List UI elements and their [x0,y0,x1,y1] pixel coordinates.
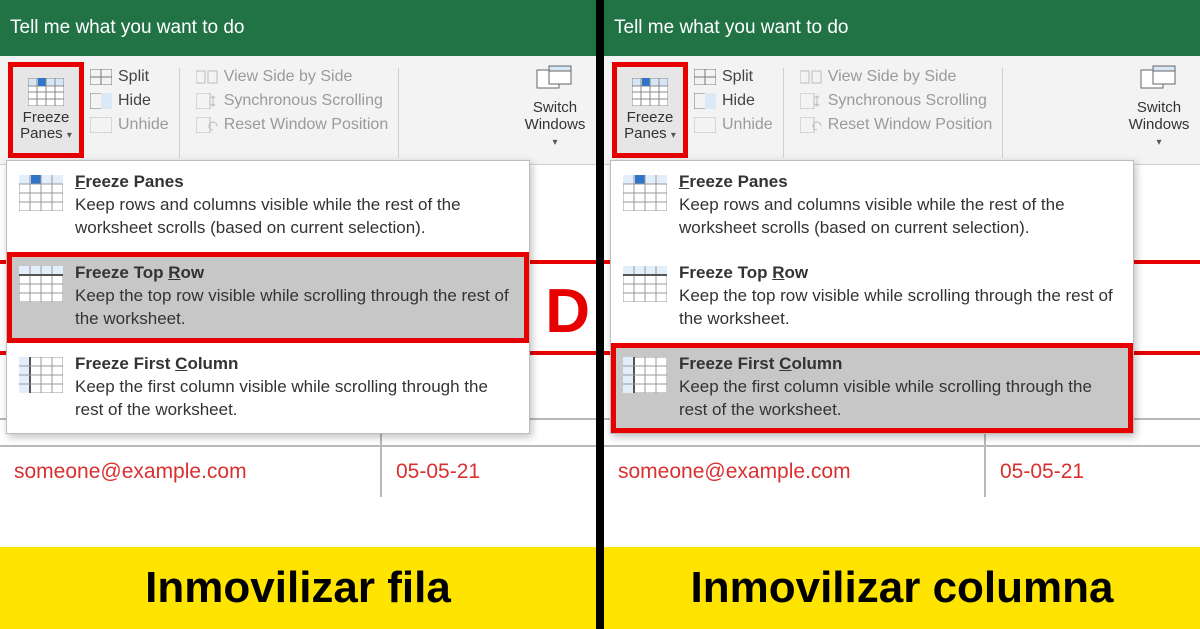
freeze-line2: Panes [20,125,63,142]
freeze-panes-button[interactable]: FreezePanes ▾ [8,62,84,158]
tell-me-text: Tell me what you want to do [10,17,244,39]
date-cell[interactable]: 05-05-21 [984,447,1124,497]
unhide-button: Unhide [694,116,773,134]
compare-group: View Side by Side Synchronous Scrolling … [800,62,993,134]
split-button[interactable]: Split [694,68,773,86]
freeze-top-row-icon [19,266,63,302]
ribbon-edge [0,62,8,171]
hide-button[interactable]: Hide [694,92,773,110]
view-side-by-side-button: View Side by Side [800,68,993,86]
caption-right: Inmovilizar columna [604,547,1200,629]
table-row: someone@example.com 05-05-21 [604,445,1200,497]
split-icon [694,69,716,85]
ribbon-separator [783,68,784,158]
dropdown-arrow-icon: ▾ [671,130,676,141]
tell-me-bar[interactable]: Tell me what you want to do [604,0,1200,56]
reset-window-icon [196,117,218,133]
switch-windows-button[interactable]: SwitchWindows ▾ [520,62,590,150]
hide-icon [694,93,716,109]
email-cell[interactable]: someone@example.com [604,460,984,484]
hide-icon [90,93,112,109]
panel-divider [596,0,604,629]
freeze-line1: Freeze [23,109,70,126]
reset-window-button: Reset Window Position [800,116,993,134]
freeze-first-column-icon [623,357,667,393]
split-button[interactable]: Split [90,68,169,86]
dropdown-arrow-icon: ▾ [552,137,557,148]
switch-windows-button[interactable]: SwitchWindows ▾ [1124,62,1194,150]
menu-freeze-first-column[interactable]: Freeze First Column Keep the first colum… [611,343,1133,434]
side-by-side-icon [800,69,822,85]
email-cell[interactable]: someone@example.com [0,460,380,484]
view-side-by-side-button: View Side by Side [196,68,389,86]
freeze-panes-icon [28,78,64,106]
switch-windows-icon [535,64,575,96]
compare-group: View Side by Side Synchronous Scrolling … [196,62,389,134]
unhide-icon [694,117,716,133]
freeze-panes-icon [632,78,668,106]
sync-scroll-button: Synchronous Scrolling [196,92,389,110]
reset-window-icon [800,117,822,133]
freeze-panes-menu: Freeze Panes Keep rows and columns visib… [610,160,1134,434]
freeze-panes-icon [19,175,63,211]
sync-scroll-icon [196,93,218,109]
ribbon-view: FreezePanes ▾ Split Hide Unhide [604,56,1200,165]
dropdown-arrow-icon: ▾ [1156,137,1161,148]
sync-scroll-button: Synchronous Scrolling [800,92,993,110]
freeze-top-row-icon [623,266,667,302]
sync-scroll-icon [800,93,822,109]
tell-me-text: Tell me what you want to do [614,17,848,39]
panel-freeze-column: Tell me what you want to do FreezePanes … [604,0,1200,629]
freeze-panes-icon [623,175,667,211]
side-by-side-icon [196,69,218,85]
tell-me-bar[interactable]: Tell me what you want to do [0,0,596,56]
menu-freeze-top-row[interactable]: Freeze Top Row Keep the top row visible … [611,252,1133,343]
ribbon-separator-2 [398,68,399,158]
freeze-first-column-icon [19,357,63,393]
ribbon-separator [179,68,180,158]
panel-freeze-row: Tell me what you want to do FreezePanes … [0,0,596,629]
switch-windows-icon [1139,64,1179,96]
freeze-panes-menu: Freeze Panes Keep rows and columns visib… [6,160,530,434]
menu-freeze-first-column[interactable]: Freeze First Column Keep the first colum… [7,343,529,434]
hide-button[interactable]: Hide [90,92,169,110]
table-row: someone@example.com 05-05-21 [0,445,596,497]
menu-freeze-panes[interactable]: Freeze Panes Keep rows and columns visib… [611,161,1133,252]
window-small-group: Split Hide Unhide [694,62,773,134]
ribbon-separator-2 [1002,68,1003,158]
freeze-panes-button[interactable]: FreezePanes ▾ [612,62,688,158]
ribbon-view: FreezePanes ▾ Split Hide Unhide [0,56,596,165]
menu-freeze-panes[interactable]: Freeze Panes Keep rows and columns visib… [7,161,529,252]
window-small-group: Split Hide Unhide [90,62,169,134]
sheet-header-letter: D [545,276,590,347]
ribbon-edge [604,62,612,171]
split-icon [90,69,112,85]
unhide-button: Unhide [90,116,169,134]
dropdown-arrow-icon: ▾ [67,130,72,141]
menu-freeze-top-row[interactable]: Freeze Top Row Keep the top row visible … [7,252,529,343]
caption-left: Inmovilizar fila [0,547,596,629]
unhide-icon [90,117,112,133]
date-cell[interactable]: 05-05-21 [380,447,520,497]
reset-window-button: Reset Window Position [196,116,389,134]
